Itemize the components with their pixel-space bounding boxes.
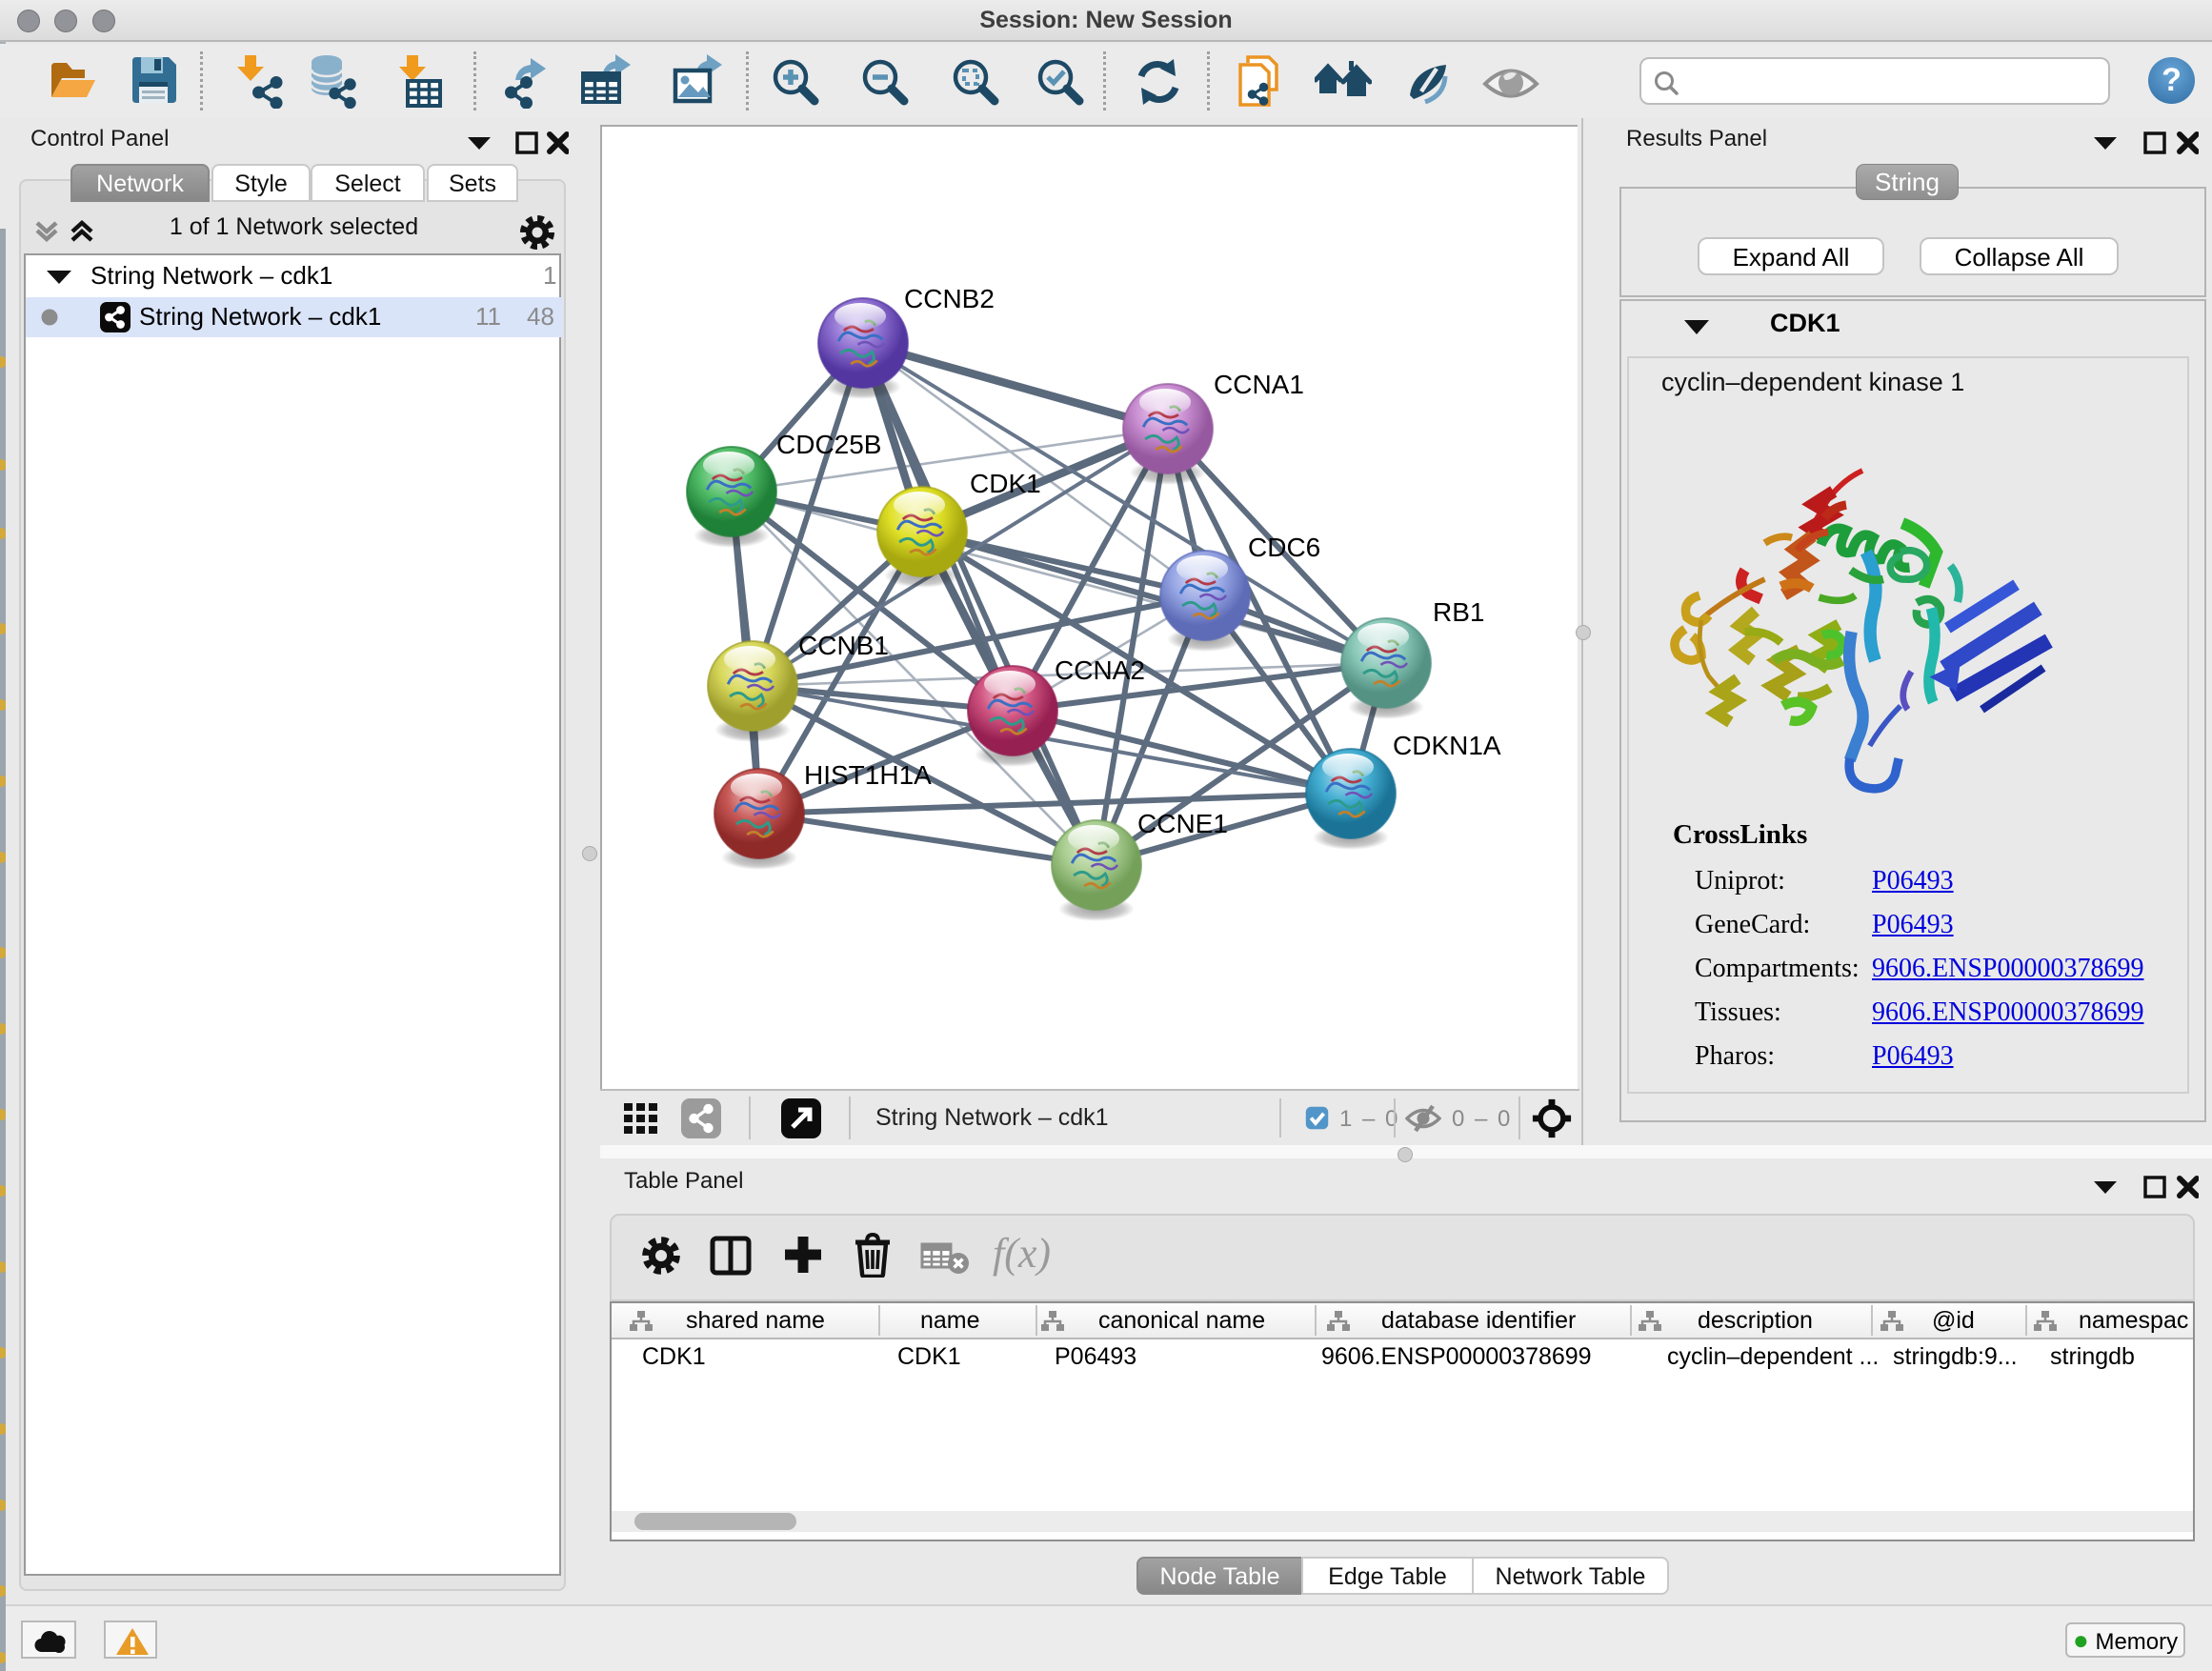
svg-text:HIST1H1A: HIST1H1A bbox=[804, 760, 932, 790]
svg-text:CDK1: CDK1 bbox=[970, 469, 1041, 498]
svg-text:CDC25B: CDC25B bbox=[776, 430, 881, 459]
svg-text:CCNB1: CCNB1 bbox=[798, 631, 889, 660]
svg-text:CDC6: CDC6 bbox=[1248, 533, 1320, 562]
svg-text:CCNA1: CCNA1 bbox=[1214, 370, 1304, 399]
svg-text:CCNB2: CCNB2 bbox=[904, 284, 995, 313]
svg-text:CCNE1: CCNE1 bbox=[1137, 809, 1228, 838]
svg-text:RB1: RB1 bbox=[1433, 597, 1484, 627]
svg-text:CCNA2: CCNA2 bbox=[1055, 655, 1145, 685]
svg-text:CDKN1A: CDKN1A bbox=[1393, 731, 1501, 760]
